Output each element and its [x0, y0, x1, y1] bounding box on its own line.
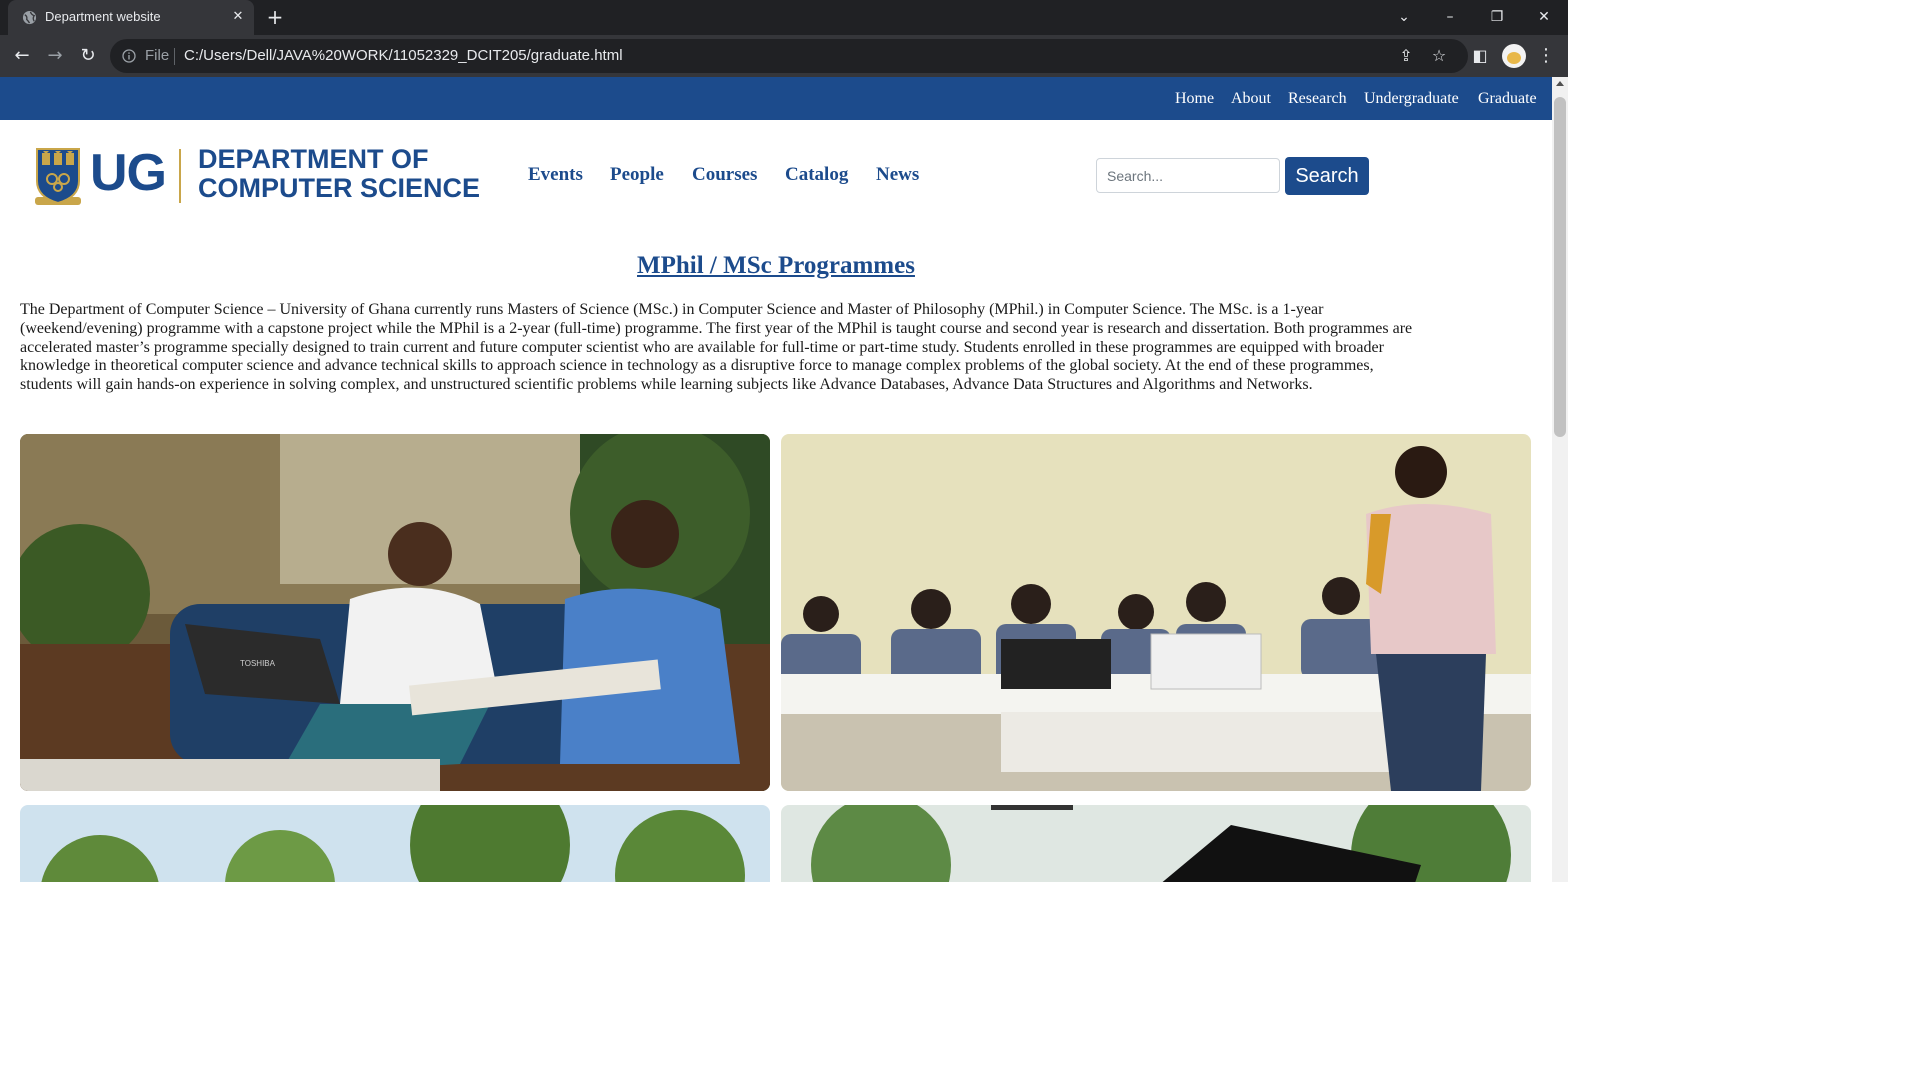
side-panel-icon[interactable]: ◧ — [1468, 44, 1492, 68]
info-icon[interactable] — [122, 49, 136, 63]
photo-students-studying: TOSHIBA — [20, 434, 770, 791]
nav-events-link[interactable]: Events — [528, 164, 583, 186]
tab-search-chevron-icon[interactable]: ⌄ — [1393, 6, 1415, 28]
intro-paragraph: The Department of Computer Science – Uni… — [20, 301, 1413, 394]
tab-title: Department website — [45, 9, 161, 24]
topnav-research-link[interactable]: Research — [1288, 90, 1347, 108]
minimize-icon[interactable]: – — [1439, 6, 1461, 28]
logo-initials: UG — [90, 144, 167, 202]
new-tab-icon[interactable]: + — [264, 6, 286, 28]
topnav-home-link[interactable]: Home — [1175, 90, 1214, 108]
photo-lecture-room — [781, 434, 1531, 791]
scroll-up-arrow-icon[interactable] — [1556, 81, 1564, 86]
globe-icon — [22, 10, 37, 25]
topnav-about-link[interactable]: About — [1231, 90, 1271, 108]
share-icon[interactable]: ⇪ — [1394, 44, 1418, 68]
close-window-icon[interactable]: ✕ — [1533, 6, 1555, 28]
more-menu-icon[interactable]: ⋮ — [1534, 44, 1558, 68]
logo-department-line1: DEPARTMENT OF — [198, 144, 429, 174]
url-text[interactable]: C:/Users/Dell/JAVA%20WORK/11052329_DCIT2… — [184, 47, 623, 64]
profile-avatar[interactable] — [1502, 44, 1526, 68]
nav-people-link[interactable]: People — [610, 164, 664, 186]
photo-graduation — [781, 805, 1531, 882]
topnav-undergraduate-link[interactable]: Undergraduate — [1364, 90, 1459, 108]
bookmark-star-icon[interactable]: ☆ — [1427, 44, 1451, 68]
search-input[interactable] — [1096, 158, 1280, 193]
file-scheme-label: File — [145, 47, 170, 64]
laptop-brand-label: TOSHIBA — [240, 659, 276, 668]
search-button[interactable]: Search — [1285, 157, 1369, 195]
page-title[interactable]: MPhil / MSc Programmes — [0, 252, 1552, 280]
restore-icon[interactable]: ❐ — [1486, 6, 1508, 28]
page-viewport: Home About Research Undergraduate Gradua… — [0, 77, 1552, 882]
browser-toolbar: ← → ↻ File C:/Users/Dell/JAVA%20WORK/110… — [0, 35, 1568, 77]
topnav-graduate-link[interactable]: Graduate — [1478, 90, 1537, 108]
photo-campus-trees — [20, 805, 770, 882]
nav-catalog-link[interactable]: Catalog — [785, 164, 848, 186]
ug-crest-logo[interactable] — [33, 147, 83, 209]
address-bar[interactable]: File C:/Users/Dell/JAVA%20WORK/11052329_… — [110, 39, 1468, 73]
browser-tab-strip: Department website ✕ + ⌄ – ❐ ✕ — [0, 0, 1568, 35]
scrollbar-thumb[interactable] — [1554, 97, 1566, 437]
back-arrow-icon[interactable]: ← — [10, 44, 34, 68]
reload-icon[interactable]: ↻ — [76, 44, 100, 68]
top-navigation-bar: Home About Research Undergraduate Gradua… — [0, 77, 1552, 120]
browser-tab[interactable]: Department website ✕ — [8, 0, 254, 35]
logo-department-line2: COMPUTER SCIENCE — [198, 173, 481, 203]
forward-arrow-icon[interactable]: → — [43, 44, 67, 68]
url-separator — [174, 48, 175, 65]
nav-news-link[interactable]: News — [876, 164, 919, 186]
page-scrollbar[interactable] — [1552, 77, 1568, 882]
close-tab-icon[interactable]: ✕ — [230, 9, 246, 25]
logo-divider — [179, 149, 181, 203]
nav-courses-link[interactable]: Courses — [692, 164, 757, 186]
